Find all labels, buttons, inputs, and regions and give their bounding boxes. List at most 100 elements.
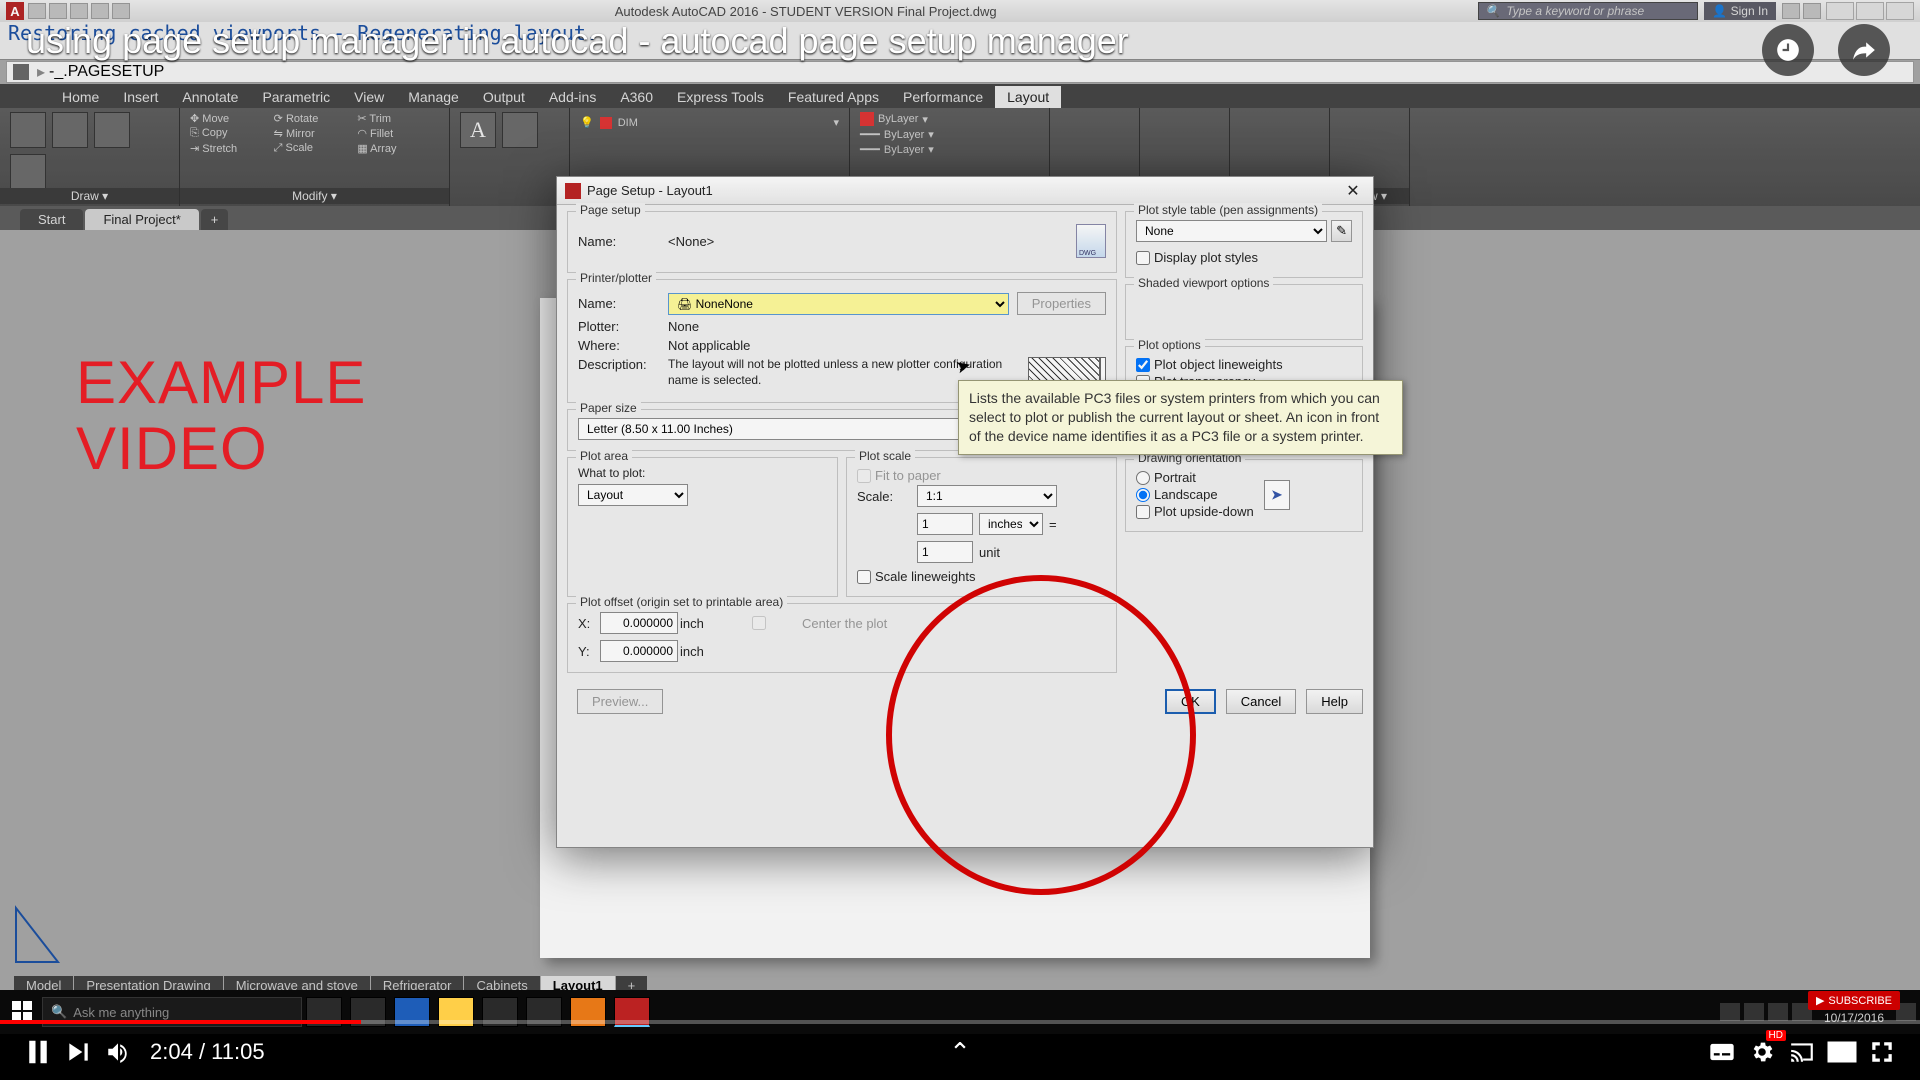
tab-featured[interactable]: Featured Apps	[776, 86, 891, 108]
page-setup-dialog: Page Setup - Layout1 ✕ Page setup Name: …	[556, 176, 1374, 848]
dialog-title: Page Setup - Layout1	[587, 183, 713, 198]
cast-button[interactable]	[1782, 1032, 1822, 1072]
scale-lineweights-checkbox[interactable]	[857, 570, 871, 584]
tray-icon[interactable]	[1720, 1003, 1740, 1021]
offset-x-input[interactable]	[600, 612, 678, 634]
tab-parametric[interactable]: Parametric	[250, 86, 342, 108]
file-tab-add[interactable]: +	[201, 209, 229, 230]
example-overlay: EXAMPLE VIDEO	[76, 350, 366, 482]
sign-in[interactable]: 👤 Sign In	[1704, 2, 1776, 20]
next-button[interactable]	[58, 1032, 98, 1072]
autocad-icon	[565, 183, 581, 199]
file-tab-start[interactable]: Start	[20, 209, 83, 230]
tab-annotate[interactable]: Annotate	[170, 86, 250, 108]
layer-name[interactable]: DIM	[618, 117, 638, 129]
plotter-value: None	[668, 319, 1106, 334]
dialog-close-button[interactable]: ✕	[1341, 181, 1365, 201]
settings-button[interactable]: HD	[1742, 1032, 1782, 1072]
tab-addins[interactable]: Add-ins	[537, 86, 608, 108]
printer-name-label: Name:	[578, 296, 668, 311]
landscape-radio[interactable]	[1136, 488, 1150, 502]
tab-manage[interactable]: Manage	[396, 86, 471, 108]
properties-button[interactable]: Properties	[1017, 292, 1106, 315]
what-to-plot-select[interactable]: Layout	[578, 484, 688, 506]
preview-button[interactable]: Preview...	[577, 689, 663, 714]
tab-output[interactable]: Output	[471, 86, 537, 108]
subscribe-badge[interactable]: ▶ SUBSCRIBE	[1808, 991, 1900, 1010]
tray-icon[interactable]	[1744, 1003, 1764, 1021]
upside-down-checkbox[interactable]	[1136, 505, 1150, 519]
tab-a360[interactable]: A360	[608, 86, 665, 108]
fullscreen-button[interactable]	[1862, 1032, 1902, 1072]
ribbon-tabs: Home Insert Annotate Parametric View Man…	[0, 84, 1920, 108]
panel-label[interactable]: Modify ▾	[180, 188, 449, 204]
pagesetup-name: <None>	[668, 234, 1076, 249]
plotstyle-select[interactable]: None	[1136, 220, 1327, 242]
pause-button[interactable]	[18, 1032, 58, 1072]
help-button[interactable]: Help	[1306, 689, 1363, 714]
fit-to-paper-checkbox	[857, 469, 871, 483]
theater-button[interactable]	[1822, 1032, 1862, 1072]
color-bylayer[interactable]: ByLayer	[878, 113, 918, 125]
scale-numerator[interactable]	[917, 513, 973, 535]
watch-later-button[interactable]	[1762, 24, 1814, 76]
circle-tool[interactable]	[94, 112, 130, 148]
tab-home[interactable]: Home	[50, 86, 111, 108]
plotscale-group-title: Plot scale	[855, 449, 915, 463]
qat-redo[interactable]	[112, 3, 130, 19]
cancel-button[interactable]: Cancel	[1226, 689, 1296, 714]
qat-save[interactable]	[70, 3, 88, 19]
portrait-radio[interactable]	[1136, 471, 1150, 485]
dim-tool[interactable]	[502, 112, 538, 148]
ucs-icon	[14, 904, 64, 964]
acad-titlebar: A Autodesk AutoCAD 2016 - STUDENT VERSIO…	[0, 0, 1920, 22]
offset-y-input[interactable]	[600, 640, 678, 662]
ok-button[interactable]: OK	[1165, 689, 1216, 714]
exchange-icon[interactable]	[1782, 3, 1800, 19]
captions-button[interactable]	[1702, 1032, 1742, 1072]
desc-label: Description:	[578, 357, 668, 372]
tray-icon[interactable]	[1768, 1003, 1788, 1021]
file-tab-project[interactable]: Final Project*	[85, 209, 198, 230]
polyline-tool[interactable]	[52, 112, 88, 148]
text-tool[interactable]: A	[460, 112, 496, 148]
line-tool[interactable]	[10, 112, 46, 148]
command-line[interactable]: ▸ -_.PAGESETUP	[6, 61, 1914, 83]
pagesetup-group-title: Page setup	[576, 203, 645, 217]
player-controls: 2:04 / 11:05 HD	[0, 1024, 1920, 1080]
x-label: X:	[578, 616, 600, 631]
window-title: Autodesk AutoCAD 2016 - STUDENT VERSION …	[133, 4, 1478, 19]
tab-performance[interactable]: Performance	[891, 86, 995, 108]
qat-open[interactable]	[49, 3, 67, 19]
close-button[interactable]	[1886, 2, 1914, 20]
tab-insert[interactable]: Insert	[111, 86, 170, 108]
display-plotstyles-checkbox[interactable]	[1136, 251, 1150, 265]
shaded-group-title: Shaded viewport options	[1134, 276, 1273, 290]
tab-express[interactable]: Express Tools	[665, 86, 776, 108]
plotstyle-group-title: Plot style table (pen assignments)	[1134, 203, 1322, 217]
acad-logo[interactable]: A	[6, 2, 24, 20]
help-search[interactable]: 🔍Type a keyword or phrase	[1478, 2, 1698, 20]
qat-undo[interactable]	[91, 3, 109, 19]
y-label: Y:	[578, 644, 600, 659]
panel-label[interactable]: Draw ▾	[0, 188, 179, 204]
video-title[interactable]: using page setup manager in autocad - au…	[26, 20, 1129, 62]
plot-lineweights-checkbox[interactable]	[1136, 358, 1150, 372]
scale-select[interactable]: 1:1	[917, 485, 1057, 507]
volume-button[interactable]	[98, 1032, 138, 1072]
plotstyle-edit-button[interactable]: ✎	[1331, 220, 1352, 242]
plotarea-group-title: Plot area	[576, 449, 632, 463]
printer-tooltip: Lists the available PC3 files or system …	[958, 380, 1403, 455]
qat-new[interactable]	[28, 3, 46, 19]
scale-denominator[interactable]	[917, 541, 973, 563]
arc-tool[interactable]	[10, 154, 46, 190]
tab-view[interactable]: View	[342, 86, 396, 108]
scale-units-select[interactable]: inches	[979, 513, 1043, 535]
dwg-icon	[1076, 224, 1106, 258]
share-button[interactable]	[1838, 24, 1890, 76]
tab-layout[interactable]: Layout	[995, 86, 1061, 108]
minimize-button[interactable]	[1826, 2, 1854, 20]
printer-select[interactable]: 🖨 NoneNone	[668, 293, 1009, 315]
help-icon[interactable]	[1803, 3, 1821, 19]
maximize-button[interactable]	[1856, 2, 1884, 20]
